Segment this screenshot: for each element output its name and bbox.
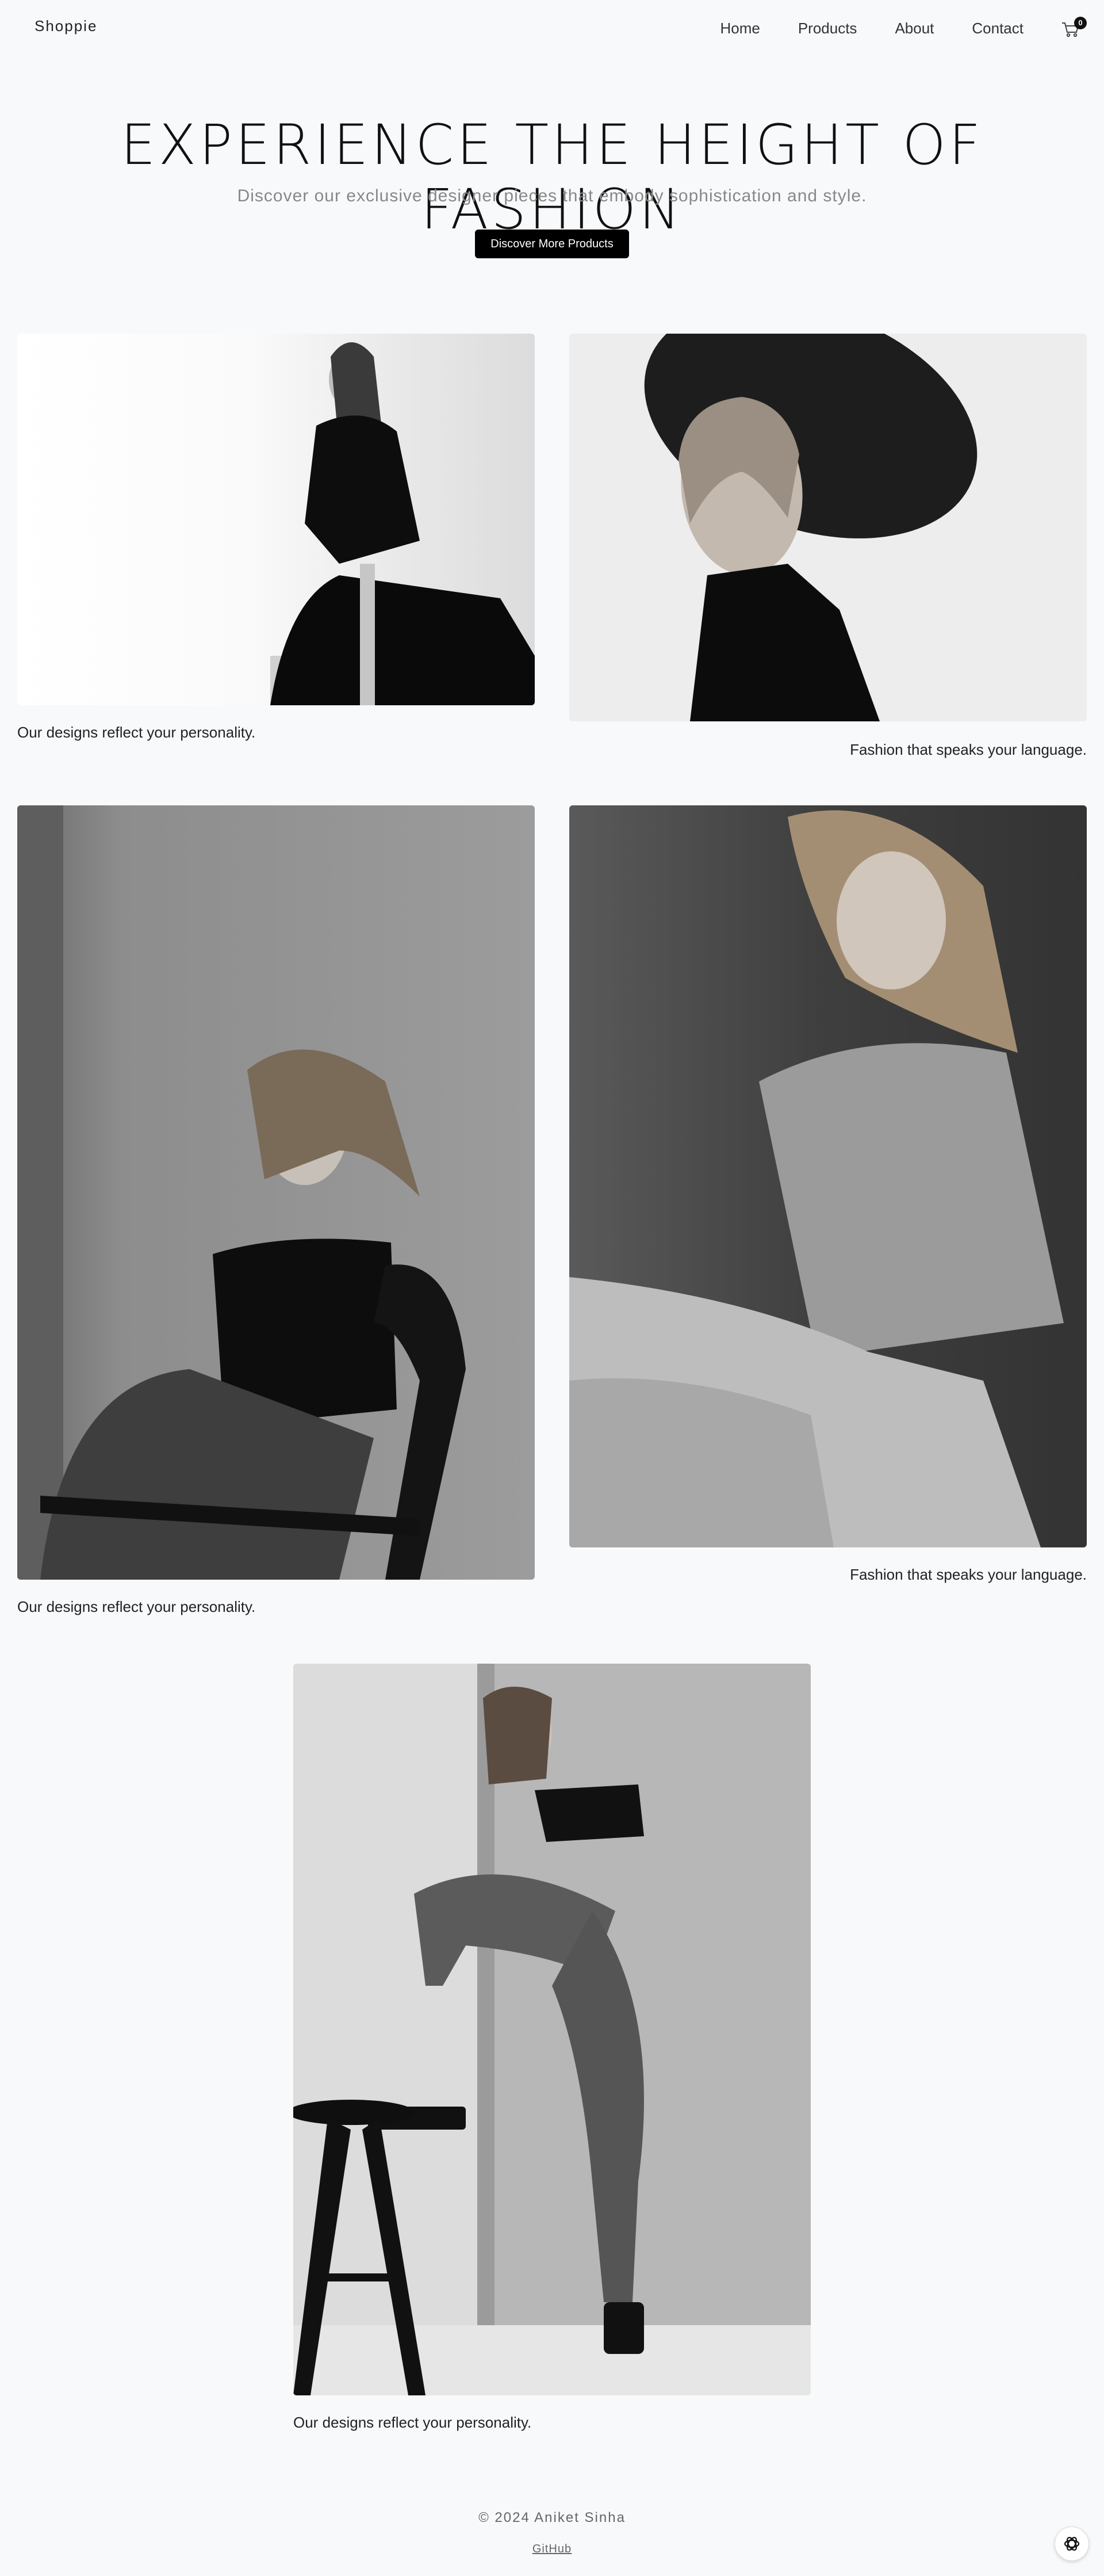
nav-home[interactable]: Home	[720, 20, 760, 37]
hero-title: EXPERIENCE THE HEIGHT OF FASHION	[120, 113, 984, 242]
gallery-photo-2	[569, 334, 1087, 721]
nav-contact[interactable]: Contact	[972, 20, 1023, 37]
github-link[interactable]: GitHub	[532, 2543, 572, 2555]
discover-products-button[interactable]: Discover More Products	[475, 230, 629, 258]
gallery-caption-4: Fashion that speaks your language.	[850, 1566, 1087, 1583]
cart-count-badge: 0	[1074, 16, 1087, 29]
main-nav: Home Products About Contact 0	[720, 16, 1087, 37]
gallery-photo-4	[569, 805, 1087, 1547]
footer-copyright: © 2024 Aniket Sinha	[478, 2510, 626, 2525]
gallery-photo-5	[293, 1664, 811, 2395]
gallery-photo-1	[17, 334, 535, 705]
gallery-caption-3: Our designs reflect your personality.	[17, 1598, 256, 1615]
chat-assistant-button[interactable]	[1055, 2527, 1089, 2561]
gallery-caption-2: Fashion that speaks your language.	[850, 741, 1087, 758]
nav-about[interactable]: About	[895, 20, 934, 37]
hero-subtitle: Discover our exclusive designer pieces t…	[237, 186, 867, 205]
gallery-caption-1: Our designs reflect your personality.	[17, 724, 256, 741]
footer-github-link-wrap: GitHub	[0, 2543, 1104, 2556]
nav-products[interactable]: Products	[798, 20, 857, 37]
brand-logo[interactable]: Shoppie	[34, 17, 97, 35]
cart-button[interactable]: 0	[1061, 16, 1087, 37]
gallery-photo-3	[17, 805, 535, 1580]
openai-logo-icon	[1064, 2537, 1080, 2551]
gallery-caption-5: Our designs reflect your personality.	[293, 2414, 532, 2431]
